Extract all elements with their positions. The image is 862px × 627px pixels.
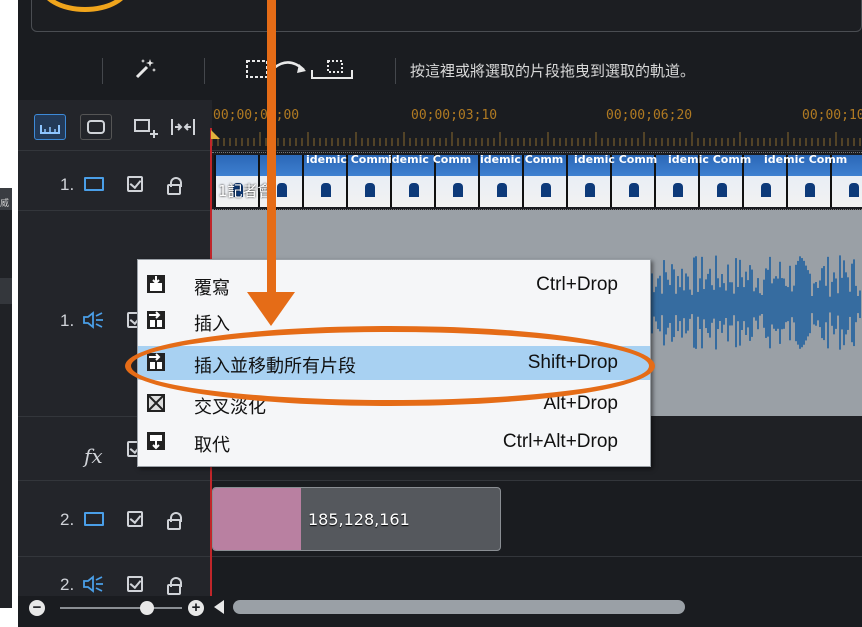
color-clip-label: 185,128,161: [308, 510, 410, 529]
magic-tools-icon[interactable]: [133, 55, 159, 81]
scroll-left-icon[interactable]: [214, 600, 224, 614]
menu-item-label: 取代: [194, 435, 230, 456]
thumbnail-figure: [321, 183, 331, 197]
ruler-time-label: 00;00;06;20: [606, 108, 693, 123]
overwrite-icon: [147, 275, 165, 293]
thumbnail-figure: [409, 183, 419, 197]
menu-item-label: 覆寫: [194, 278, 230, 299]
track-divider: [18, 150, 862, 151]
zoom-slider-track[interactable]: [60, 607, 182, 609]
annotation-arrow-head: [247, 292, 295, 326]
zoom-out-icon[interactable]: −: [29, 600, 45, 616]
left-panel: [0, 188, 12, 608]
audio-waveform: [650, 255, 861, 350]
audio-track-icon: [82, 310, 104, 330]
add-track-icon[interactable]: [130, 114, 160, 140]
toolbar-divider: [204, 58, 205, 84]
left-panel-bar: [0, 278, 12, 304]
thumbnail-figure: [541, 183, 551, 197]
ruler-ticks: [212, 132, 861, 146]
thumbnail-figure: [453, 183, 463, 197]
zoom-in-icon[interactable]: +: [188, 600, 204, 616]
track-lock-icon[interactable]: [167, 512, 182, 530]
menu-item-overwrite[interactable]: 覆寫 Ctrl+Drop: [138, 268, 650, 302]
drop-hint-text: 按這裡或將選取的片段拖曳到選取的軌道。: [410, 62, 696, 80]
toolbar-divider: [102, 58, 103, 84]
thumbnail-figure: [673, 183, 683, 197]
insert-icon: [147, 311, 165, 329]
thumbnail-figure: [365, 183, 375, 197]
track-enable-checkbox[interactable]: [127, 511, 143, 527]
annotation-arrow-shaft: [267, 0, 276, 298]
zoom-slider-handle[interactable]: [140, 601, 154, 615]
menu-item-shortcut: Ctrl+Alt+Drop: [502, 431, 618, 452]
track-view-button[interactable]: [34, 114, 66, 140]
video-track-icon: [84, 512, 104, 526]
overview-button[interactable]: [80, 114, 112, 140]
thumbnail-figure: [277, 183, 287, 197]
ruler-time-label: 00;00;03;10: [411, 108, 498, 123]
ruler-time-label: 00;00;10: [802, 108, 862, 123]
replace-icon: [147, 432, 165, 450]
track-enable-checkbox[interactable]: [127, 576, 143, 592]
thumbnail-caption: idemic Comm: [388, 153, 472, 166]
menu-item-replace[interactable]: 取代 Ctrl+Alt+Drop: [138, 425, 650, 459]
track-lock-icon[interactable]: [167, 177, 182, 195]
audio-track-2-number: 2.: [60, 575, 75, 594]
thumbnail-caption: idemic Comm: [306, 153, 390, 166]
thumbnail-caption: idemic Comm: [574, 153, 658, 166]
thumbnail-figure: [761, 183, 771, 197]
thumbnail-figure: [717, 183, 727, 197]
video-track-1-number: 1.: [60, 175, 75, 194]
timeline-scrollbar[interactable]: [233, 600, 685, 614]
playhead-marker[interactable]: [211, 130, 220, 139]
thumbnail-figure: [497, 183, 507, 197]
audio-track-icon: [82, 574, 104, 594]
thumbnail-figure: [629, 183, 639, 197]
menu-item-label: 插入: [194, 314, 230, 335]
preview-panel: [31, 0, 862, 32]
toolbar-divider: [395, 58, 396, 84]
insert-to-track-icon[interactable]: [244, 58, 354, 80]
thumbnail-figure: [805, 183, 815, 197]
menu-item-shortcut: Ctrl+Drop: [536, 274, 618, 295]
video-clip-title: 1記者會: [218, 182, 273, 200]
video-track-2-number: 2.: [60, 510, 75, 529]
track-enable-checkbox[interactable]: [127, 176, 143, 192]
color-clip-swatch: [213, 488, 301, 550]
track-lock-icon[interactable]: [167, 577, 182, 595]
fit-timeline-icon[interactable]: [168, 114, 198, 140]
annotation-highlight-ellipse: [125, 326, 655, 406]
thumbnail-caption: idemic Comm: [668, 153, 752, 166]
ruler-time-label: 00;00;00;00: [213, 108, 300, 123]
video-track-icon: [84, 177, 104, 191]
thumbnail-figure: [585, 183, 595, 197]
track-divider: [18, 480, 862, 481]
thumbnail-figure: [849, 183, 859, 197]
track-divider: [18, 556, 862, 557]
audio-track-1-number: 1.: [60, 311, 75, 330]
thumbnail-caption: idemic Comm: [764, 153, 848, 166]
crossfade-icon: [147, 394, 165, 412]
thumbnail-caption: idemic Comm: [480, 153, 564, 166]
left-panel-text: 威: [0, 198, 10, 208]
fx-track-label: fx: [84, 444, 103, 468]
